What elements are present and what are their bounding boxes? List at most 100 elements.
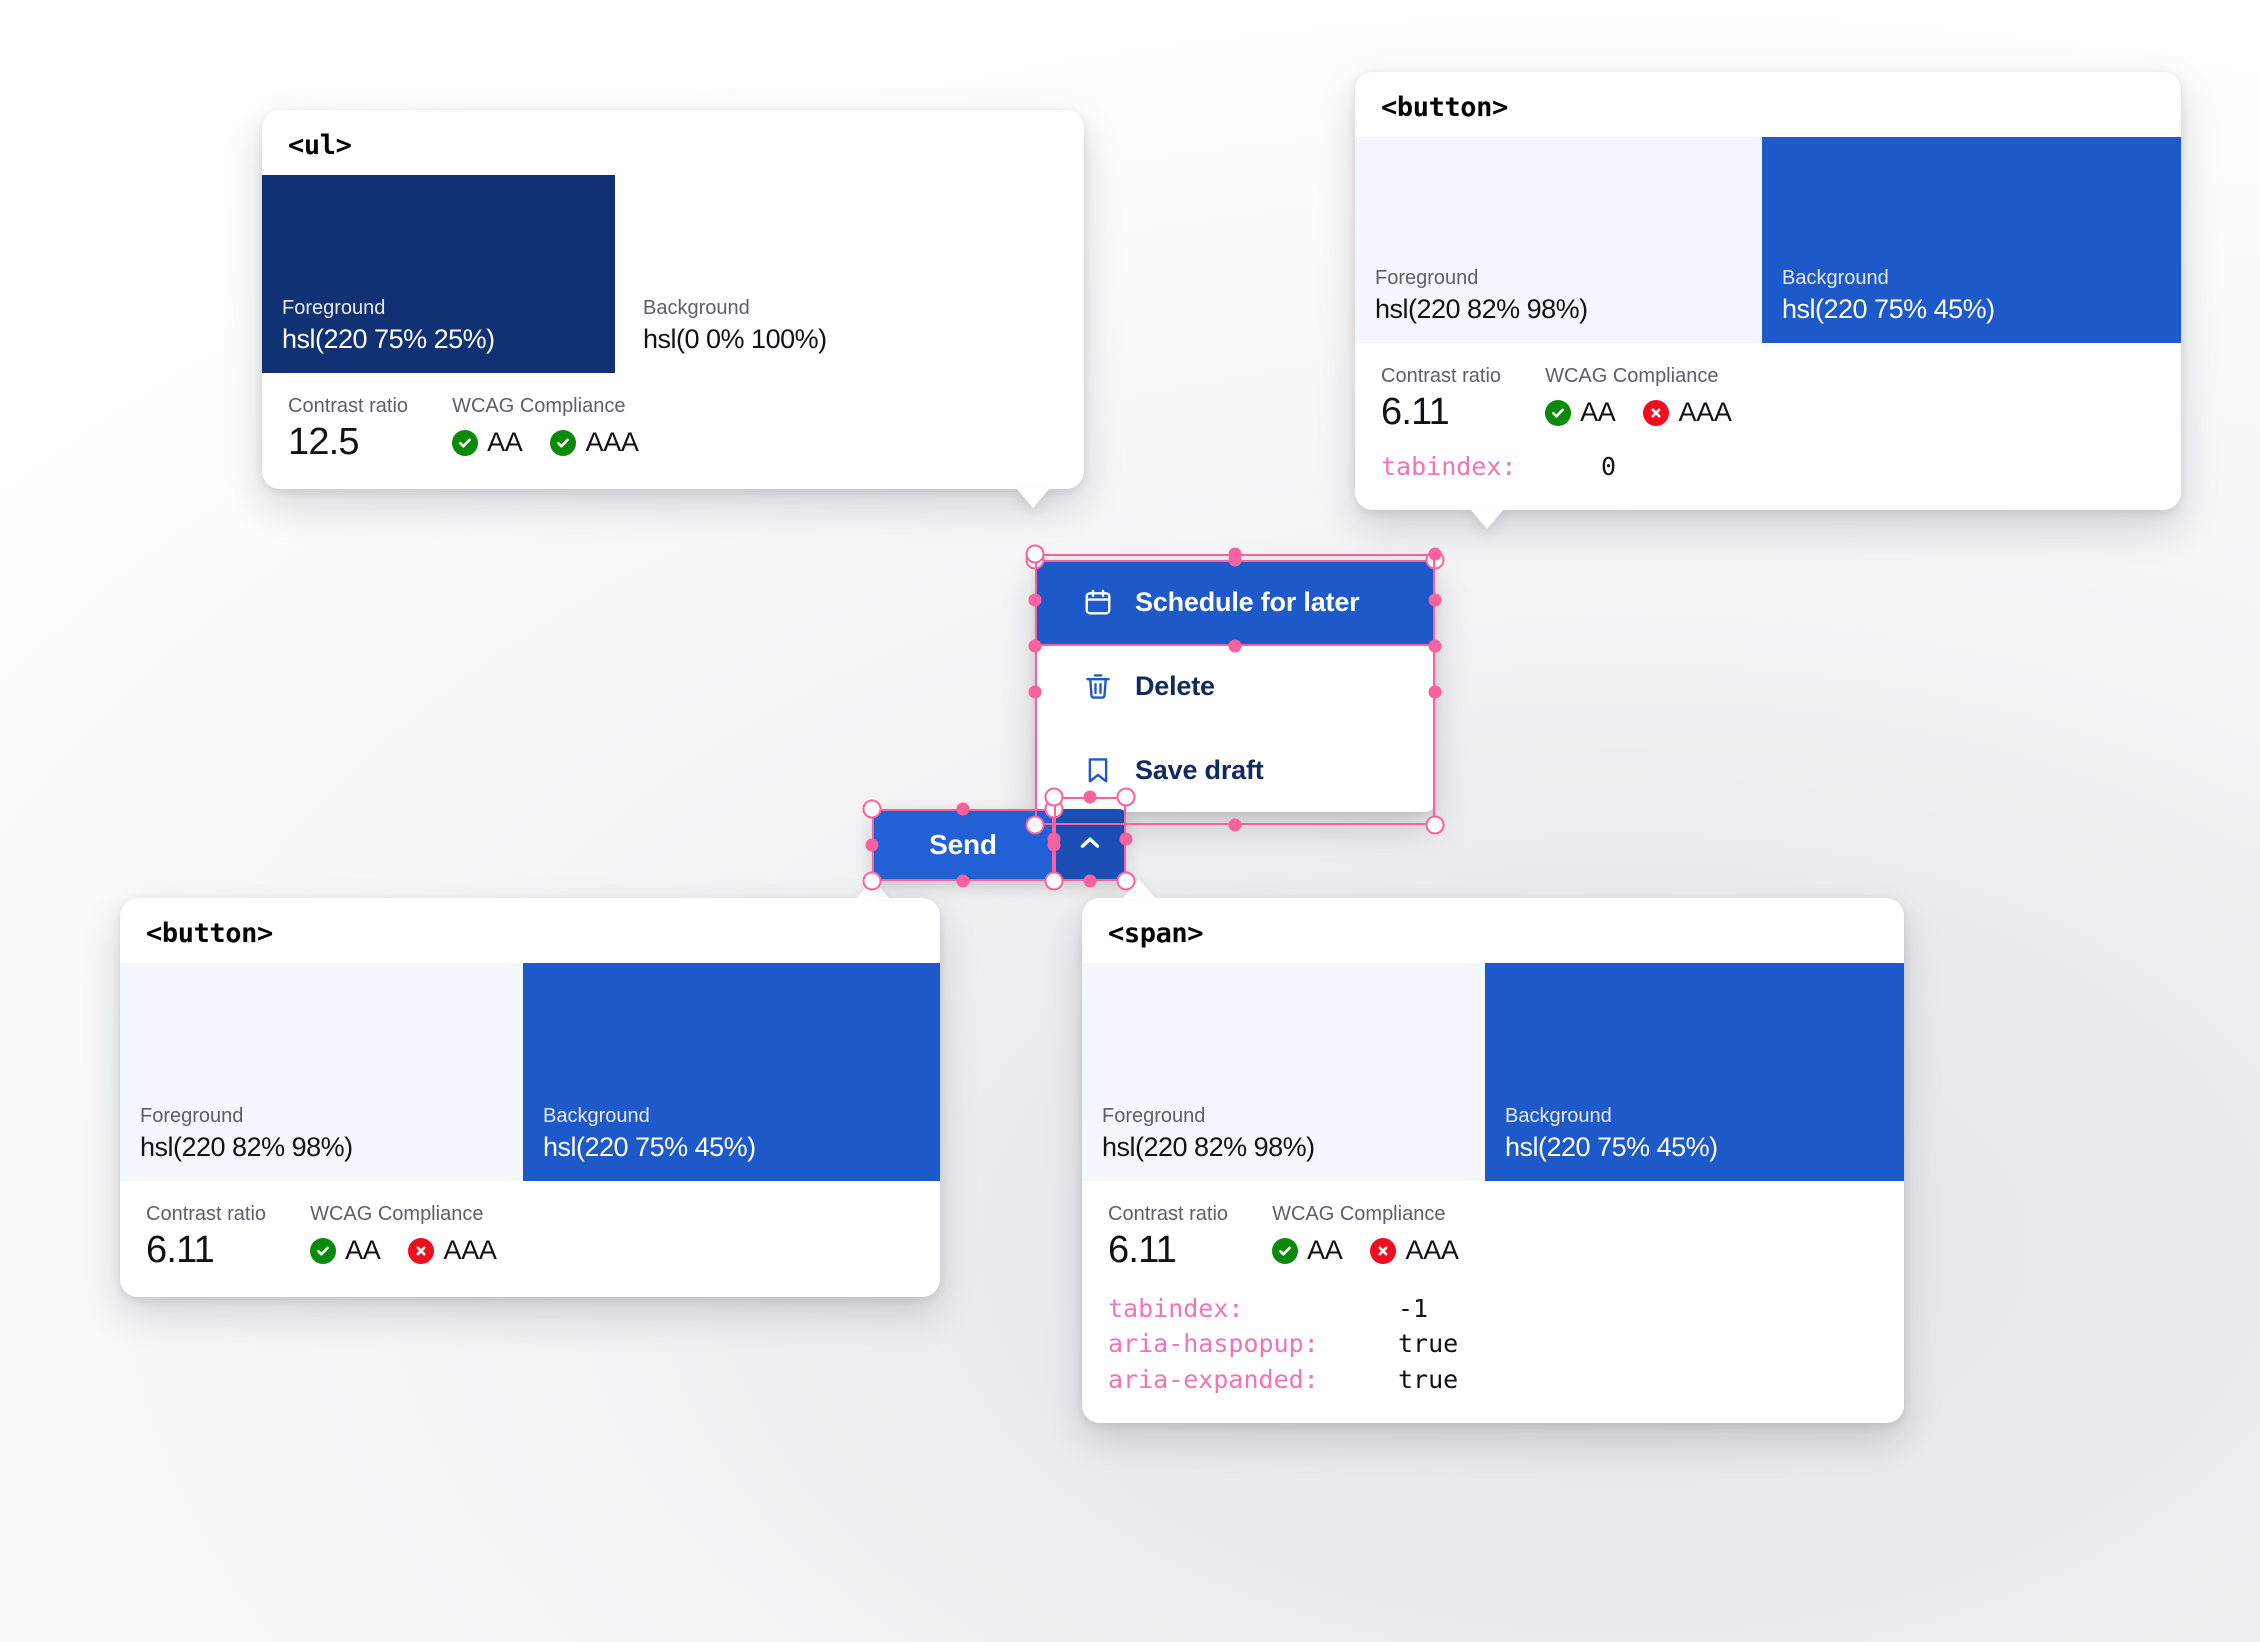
canvas: <ul> Foreground hsl(220 75% 25%) Backgro… [0, 0, 2260, 1642]
foreground-swatch: Foreground hsl(220 75% 25%) [262, 175, 615, 373]
contrast-ratio-block: Contrast ratio 6.11 [1381, 363, 1501, 433]
wcag-label: WCAG Compliance [310, 1203, 484, 1225]
color-swatches: Foreground hsl(220 82% 98%) Background h… [120, 963, 940, 1181]
foreground-label: Foreground [1375, 266, 1479, 289]
inspector-card-button-top[interactable]: <button> Foreground hsl(220 82% 98%) Bac… [1355, 72, 2181, 530]
selection-handle-toggle-n[interactable] [1083, 790, 1097, 804]
wcag-label: WCAG Compliance [1545, 365, 1719, 387]
status-badge-aa: AA [1545, 397, 1616, 427]
selection-handle-send-w[interactable] [865, 838, 879, 852]
badge-label-aaa: AAA [585, 427, 639, 457]
status-badge-aa: AA [310, 1235, 381, 1265]
x-circle-icon [408, 1237, 435, 1264]
background-value: hsl(220 75% 45%) [1782, 293, 1995, 324]
card-tag-name: <ul> [288, 130, 352, 161]
card-tag-name: <button> [1381, 92, 1508, 123]
calendar-icon [1083, 587, 1113, 617]
wcag-block: WCAG Compliance AA AAA [310, 1201, 497, 1264]
bookmark-icon [1083, 755, 1113, 785]
menu-item-label: Save draft [1135, 754, 1264, 785]
selection-handle-item-n[interactable] [1228, 547, 1242, 561]
selection-handle-se[interactable] [1425, 815, 1445, 835]
foreground-label: Foreground [1102, 1104, 1206, 1127]
background-swatch: Background hsl(220 75% 45%) [1762, 137, 2181, 343]
card-tail-pointer [1470, 509, 1504, 530]
aria-attributes-list: tabindex: -1 aria-haspopup: true aria-ex… [1082, 1280, 1904, 1424]
status-badge-aaa: AAA [1643, 399, 1732, 426]
inspector-card-button-bottom[interactable]: <button> Foreground hsl(220 82% 98%) Bac… [120, 879, 940, 1297]
attribute-key: tabindex: [1381, 451, 1517, 481]
attribute-value: -1 [1398, 1293, 1429, 1323]
contrast-ratio-value: 12.5 [288, 421, 360, 463]
wcag-block: WCAG Compliance AA AAA [452, 393, 639, 456]
background-value: hsl(0 0% 100%) [643, 323, 827, 354]
badge-label-aa: AA [345, 1235, 381, 1265]
selection-handle-item-s[interactable] [1228, 639, 1242, 653]
selection-handle-toggle-s[interactable] [1083, 874, 1097, 888]
selection-handle-item-se[interactable] [1428, 639, 1442, 653]
card-tag-name: <span> [1108, 918, 1204, 949]
wcag-block: WCAG Compliance AA AAA [1545, 363, 1732, 426]
dropdown-menu[interactable]: Schedule for later Delete Save draft [1035, 560, 1435, 812]
foreground-value: hsl(220 82% 98%) [140, 1131, 353, 1162]
selection-handle-sw[interactable] [1025, 815, 1045, 835]
selection-handle-toggle-nw[interactable] [1044, 787, 1064, 807]
attribute-value: 0 [1601, 451, 1617, 481]
selection-handle-toggle-ne[interactable] [1116, 787, 1136, 807]
background-swatch: Background hsl(0 0% 100%) [615, 175, 1084, 373]
menu-item-label: Schedule for later [1135, 586, 1360, 617]
selection-handle-item-nw[interactable] [1025, 544, 1045, 564]
attribute-row: aria-expanded: true [1108, 1362, 1878, 1398]
background-label: Background [543, 1104, 650, 1127]
selection-handle-send-n[interactable] [956, 802, 970, 816]
selection-handle-w[interactable] [1028, 685, 1042, 699]
background-label: Background [643, 296, 750, 319]
contrast-ratio-block: Contrast ratio 12.5 [288, 393, 408, 463]
contrast-ratio-block: Contrast ratio 6.11 [1108, 1201, 1228, 1271]
badge-label-aa: AA [1580, 397, 1616, 427]
foreground-value: hsl(220 82% 98%) [1102, 1131, 1315, 1162]
attribute-row: tabindex: -1 [1108, 1291, 1878, 1327]
metrics-row: Contrast ratio 6.11 WCAG Compliance AA A… [120, 1181, 940, 1297]
badge-label-aaa: AAA [443, 1235, 497, 1265]
selection-handle-send-sw[interactable] [862, 871, 882, 891]
background-swatch: Background hsl(220 75% 45%) [1485, 963, 1904, 1181]
selection-handle-send-nw[interactable] [862, 799, 882, 819]
metrics-row: Contrast ratio 12.5 WCAG Compliance AA A… [262, 373, 1084, 489]
selection-handle-item-e[interactable] [1428, 593, 1442, 607]
split-send-button[interactable]: Send [872, 809, 1126, 881]
check-circle-icon [550, 429, 577, 456]
status-badge-aaa: AAA [550, 427, 639, 457]
menu-item-schedule-for-later[interactable]: Schedule for later [1035, 560, 1435, 644]
menu-item-label: Delete [1135, 670, 1215, 701]
selection-handle-e[interactable] [1428, 685, 1442, 699]
selection-handle-s[interactable] [1228, 818, 1242, 832]
check-circle-icon [1545, 399, 1572, 426]
card-tag-name: <button> [146, 918, 273, 949]
color-swatches: Foreground hsl(220 75% 25%) Background h… [262, 175, 1084, 373]
selection-handle-send-s[interactable] [956, 874, 970, 888]
selection-handle-toggle-sw[interactable] [1044, 871, 1064, 891]
send-dropdown-toggle[interactable] [1054, 809, 1126, 881]
status-badge-aa: AA [452, 429, 523, 456]
status-badge-aaa: AAA [408, 1235, 497, 1265]
foreground-label: Foreground [282, 296, 386, 319]
selection-handle-toggle-w[interactable] [1047, 832, 1061, 846]
selection-handle-item-ne[interactable] [1428, 547, 1442, 561]
menu-item-delete[interactable]: Delete [1035, 644, 1435, 728]
x-circle-icon [1370, 1237, 1397, 1264]
check-circle-icon [1272, 1237, 1299, 1264]
selection-handle-toggle-se[interactable] [1116, 871, 1136, 891]
selection-handle-item-w[interactable] [1028, 593, 1042, 607]
attribute-row: aria-haspopup: true [1108, 1326, 1878, 1362]
color-swatches: Foreground hsl(220 82% 98%) Background h… [1355, 137, 2181, 343]
contrast-ratio-value: 6.11 [146, 1229, 215, 1271]
selection-handle-item-sw[interactable] [1028, 639, 1042, 653]
inspector-card-span[interactable]: <span> Foreground hsl(220 82% 98%) Backg… [1082, 879, 1904, 1424]
x-circle-icon [1643, 399, 1670, 426]
selection-handle-toggle-e[interactable] [1119, 832, 1133, 846]
trash-icon [1083, 671, 1113, 701]
inspector-card-ul[interactable]: <ul> Foreground hsl(220 75% 25%) Backgro… [262, 110, 1084, 508]
contrast-ratio-value: 6.11 [1381, 391, 1450, 433]
contrast-ratio-label: Contrast ratio [1108, 1203, 1229, 1225]
